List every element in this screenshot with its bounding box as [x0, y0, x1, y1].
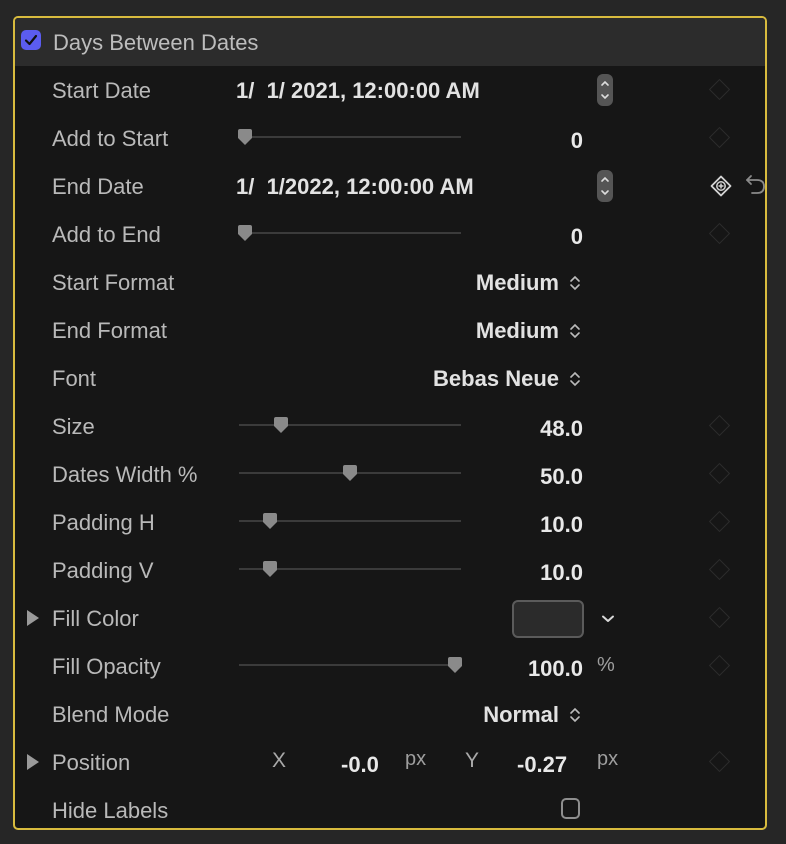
percent-unit: % [597, 654, 615, 676]
keyframe-diamond-icon[interactable] [708, 654, 731, 677]
add-to-end-label: Add to End [52, 222, 161, 247]
start-format-value: Medium [475, 270, 559, 295]
slider-thumb[interactable] [237, 225, 253, 241]
keyframe-diamond-icon[interactable] [708, 126, 731, 149]
position-y-unit: px [597, 748, 619, 770]
panel-header: Days Between Dates [15, 18, 765, 66]
blend-mode-value: Normal [483, 702, 559, 727]
slider-thumb[interactable] [262, 513, 278, 529]
fill-opacity-label: Fill Opacity [52, 654, 161, 679]
blend-mode-popup[interactable]: Normal [483, 702, 581, 728]
chevron-down-icon[interactable] [601, 614, 615, 624]
padding-h-label: Padding H [52, 510, 155, 535]
dates-width-label: Dates Width % [52, 462, 198, 487]
add-to-start-label: Add to Start [52, 126, 169, 151]
up-down-chevron-icon [570, 707, 580, 723]
end-format-label: End Format [52, 318, 167, 343]
hide-labels-checkbox[interactable] [561, 798, 580, 819]
row-position: Position X -0.0 px Y -0.27 px [15, 738, 765, 786]
end-date-field[interactable]: 1/ 1/2022, 12:00:00 AM [236, 174, 474, 200]
position-y-value[interactable]: -0.27 [517, 752, 567, 778]
slider-thumb[interactable] [237, 129, 253, 145]
up-down-arrows-icon [601, 176, 609, 196]
position-y-label: Y [465, 749, 480, 772]
hide-labels-label: Hide Labels [52, 798, 169, 823]
row-end-format: End Format Medium [15, 306, 765, 354]
start-format-label: Start Format [52, 270, 175, 295]
row-fill-opacity: Fill Opacity 100.0 % [15, 642, 765, 690]
dates-width-value[interactable]: 50.0 [540, 464, 583, 490]
up-down-arrows-icon [601, 80, 609, 100]
slider-thumb[interactable] [342, 465, 358, 481]
end-date-stepper[interactable] [597, 170, 613, 202]
keyframe-diamond-icon[interactable] [708, 414, 731, 437]
row-blend-mode: Blend Mode Normal [15, 690, 765, 738]
add-to-start-value[interactable]: 0 [571, 128, 583, 154]
up-down-chevron-icon [570, 323, 580, 339]
start-date-label: Start Date [52, 78, 152, 103]
slider-thumb[interactable] [273, 417, 289, 433]
start-format-popup[interactable]: Medium [476, 270, 581, 296]
row-add-to-end: Add to End 0 [15, 210, 765, 258]
disclosure-triangle-icon[interactable] [27, 610, 39, 626]
add-keyframe-icon[interactable] [710, 175, 732, 197]
panel-title: Days Between Dates [53, 30, 259, 55]
font-label: Font [52, 366, 97, 391]
size-value[interactable]: 48.0 [540, 416, 583, 442]
position-x-label: X [272, 749, 287, 772]
end-format-value: Medium [475, 318, 559, 343]
font-popup[interactable]: Bebas Neue [433, 366, 581, 392]
keyframe-diamond-icon[interactable] [708, 462, 731, 485]
keyframe-diamond-icon[interactable] [708, 750, 731, 773]
slider-thumb[interactable] [262, 561, 278, 577]
fill-opacity-slider[interactable] [239, 664, 461, 666]
start-date-stepper[interactable] [597, 74, 613, 106]
row-dates-width: Dates Width % 50.0 [15, 450, 765, 498]
end-date-label: End Date [52, 174, 144, 199]
fill-color-label: Fill Color [52, 606, 139, 631]
row-add-to-start: Add to Start 0 [15, 114, 765, 162]
row-end-date: End Date 1/ 1/2022, 12:00:00 AM [15, 162, 765, 210]
row-padding-h: Padding H 10.0 [15, 498, 765, 546]
fill-opacity-value[interactable]: 100.0 [528, 656, 583, 682]
keyframe-diamond-icon[interactable] [708, 558, 731, 581]
position-label: Position [52, 750, 131, 775]
add-to-end-value[interactable]: 0 [571, 224, 583, 250]
add-to-end-slider[interactable] [239, 232, 461, 234]
keyframe-diamond-icon[interactable] [708, 606, 731, 629]
position-x-unit: px [405, 748, 427, 770]
keyframe-diamond-icon[interactable] [708, 78, 731, 101]
up-down-chevron-icon [570, 371, 580, 387]
reset-icon[interactable] [745, 172, 767, 196]
font-value: Bebas Neue [433, 366, 559, 391]
disclosure-triangle-icon[interactable] [27, 754, 39, 770]
padding-v-label: Padding V [52, 558, 154, 583]
up-down-chevron-icon [570, 275, 580, 291]
add-to-start-slider[interactable] [239, 136, 461, 138]
enable-checkbox[interactable] [21, 30, 41, 50]
row-start-format: Start Format Medium [15, 258, 765, 306]
row-padding-v: Padding V 10.0 [15, 546, 765, 594]
row-size: Size 48.0 [15, 402, 765, 450]
blend-mode-label: Blend Mode [52, 702, 170, 727]
days-between-dates-panel: Days Between Dates Start Date 1/ 1/ 2021… [13, 16, 767, 830]
slider-thumb[interactable] [447, 657, 463, 673]
start-date-field[interactable]: 1/ 1/ 2021, 12:00:00 AM [236, 78, 480, 104]
size-label: Size [52, 414, 95, 439]
checkmark-icon [24, 34, 38, 46]
end-format-popup[interactable]: Medium [476, 318, 581, 344]
row-font: Font Bebas Neue [15, 354, 765, 402]
padding-h-value[interactable]: 10.0 [540, 512, 583, 538]
keyframe-diamond-icon[interactable] [708, 222, 731, 245]
padding-v-value[interactable]: 10.0 [540, 560, 583, 586]
row-start-date: Start Date 1/ 1/ 2021, 12:00:00 AM [15, 66, 765, 114]
row-fill-color: Fill Color [15, 594, 765, 642]
position-x-value[interactable]: -0.0 [341, 752, 379, 778]
fill-color-swatch[interactable] [512, 600, 584, 638]
row-hide-labels: Hide Labels [15, 786, 765, 828]
keyframe-diamond-icon[interactable] [708, 510, 731, 533]
